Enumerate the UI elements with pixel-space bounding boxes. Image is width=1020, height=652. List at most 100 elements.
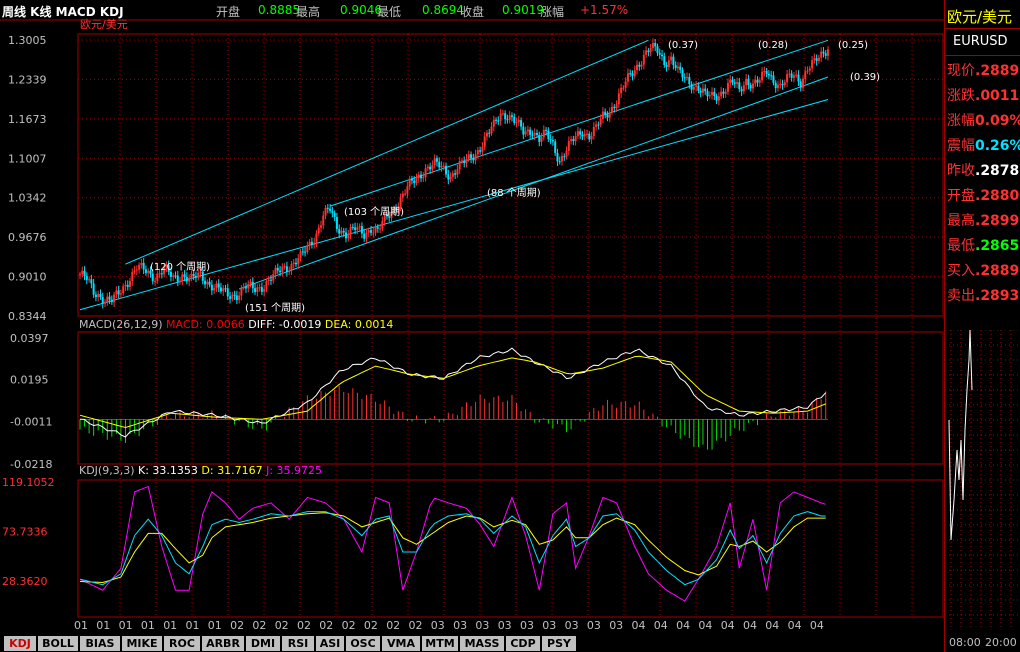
x-tick-label: 03 <box>542 619 556 632</box>
quote-code: EURUSD <box>953 34 1008 49</box>
candle-body <box>290 264 293 271</box>
candle-body <box>108 296 111 300</box>
tab-vma[interactable]: VMA <box>382 636 420 651</box>
candle-body <box>672 56 675 66</box>
candle-body <box>720 91 723 97</box>
candle-body <box>274 267 277 275</box>
candle-body <box>626 73 629 82</box>
tab-bias[interactable]: BIAS <box>80 636 120 651</box>
candle-body <box>322 215 325 226</box>
candle-body <box>231 294 234 299</box>
tab-mike[interactable]: MIKE <box>122 636 162 651</box>
candle-body <box>363 233 366 239</box>
tab-psy[interactable]: PSY <box>542 636 576 651</box>
macd-y-tick: -0.0011 <box>10 416 52 429</box>
candle-body <box>319 225 322 228</box>
tab-osc[interactable]: OSC <box>346 636 380 651</box>
candle-body <box>663 56 666 65</box>
tab-rsi[interactable]: RSI <box>282 636 314 651</box>
candle-body <box>761 71 764 81</box>
candle-body <box>276 267 279 271</box>
tab-mtm[interactable]: MTM <box>422 636 458 651</box>
candle-body <box>308 241 311 246</box>
candle-body <box>645 50 648 55</box>
intraday-chart <box>945 330 1020 630</box>
candle-body <box>795 74 798 76</box>
x-tick-label: 04 <box>810 619 824 632</box>
x-tick-label: 02 <box>409 619 423 632</box>
channel-annotation: (0.39) <box>850 72 880 83</box>
x-tick-label: 03 <box>609 619 623 632</box>
candle-body <box>590 136 593 140</box>
candle-body <box>556 152 559 162</box>
tab-kdj[interactable]: KDJ <box>4 636 36 651</box>
candle-body <box>490 126 493 134</box>
y-tick-label: 0.9676 <box>8 231 47 244</box>
candle-body <box>622 87 625 89</box>
candle-body <box>226 288 229 297</box>
quote-row-value: 0.09% <box>975 113 1020 129</box>
j-line <box>79 485 826 602</box>
candle-body <box>317 227 320 234</box>
chart-area[interactable]: 欧元/美元 (0.37) (0.28) (0.25)(0.39)(120 个周期)(… <box>0 0 944 635</box>
tab-boll[interactable]: BOLL <box>38 636 78 651</box>
tab-arbr[interactable]: ARBR <box>202 636 244 651</box>
candle-body <box>751 83 754 89</box>
candle-body <box>470 154 473 159</box>
candle-body <box>574 136 577 142</box>
candle-body <box>776 84 779 89</box>
candle-body <box>204 280 207 285</box>
candle-body <box>347 234 350 239</box>
x-axis-labels: 01 01 01 01 01 01 01 02 02 02 02 02 02 02 02 02 03 03 03 03… <box>74 619 824 632</box>
candle-body <box>681 69 684 78</box>
candle-body <box>674 65 677 69</box>
candle-body <box>779 83 782 85</box>
candle-body <box>533 132 536 136</box>
candle-body <box>597 124 600 126</box>
candle-body <box>251 281 254 289</box>
candle-body <box>217 283 220 288</box>
candle-body <box>258 287 261 289</box>
candle-body <box>765 71 768 74</box>
candle-body <box>242 287 245 289</box>
candle-body <box>683 77 686 79</box>
candle-body <box>808 68 811 71</box>
candle-body <box>442 165 445 167</box>
candle-body <box>565 150 568 157</box>
kdj-name: KDJ(9,3,3) <box>79 464 138 477</box>
candle-body <box>156 273 159 281</box>
tab-roc[interactable]: ROC <box>164 636 200 651</box>
time-label-end: 20:00 <box>985 636 1017 649</box>
candle-body <box>438 161 441 168</box>
tab-dmi[interactable]: DMI <box>246 636 280 651</box>
x-tick-label: 02 <box>319 619 333 632</box>
quote-row: 卖出.2893 <box>947 285 1020 305</box>
tab-cdp[interactable]: CDP <box>506 636 540 651</box>
tab-asi[interactable]: ASI <box>316 636 344 651</box>
candle-body <box>451 173 454 177</box>
candle-body <box>581 134 584 137</box>
candle-body <box>729 79 732 83</box>
candle-body <box>313 242 316 245</box>
candle-body <box>408 179 411 187</box>
candle-body <box>429 166 432 170</box>
tab-mass[interactable]: MASS <box>460 636 504 651</box>
macd-y-tick: 0.0195 <box>10 373 49 386</box>
candle-body <box>460 160 463 162</box>
channel-line <box>238 76 829 290</box>
candle-body <box>454 173 457 175</box>
candle-body <box>92 283 95 295</box>
candle-body <box>713 91 716 97</box>
candle-body <box>401 193 404 198</box>
candle-body <box>699 90 702 93</box>
channel-annotation: (0.28) <box>758 40 788 51</box>
y-tick-label: 0.9010 <box>8 271 47 284</box>
x-tick-label: 03 <box>431 619 445 632</box>
y-tick-label: 1.3005 <box>8 34 47 47</box>
candle-body <box>424 168 427 177</box>
candle-body <box>210 284 213 291</box>
candle-body <box>208 281 211 285</box>
candle-body <box>263 289 266 292</box>
candle-body <box>142 262 145 270</box>
candle-body <box>433 158 436 166</box>
